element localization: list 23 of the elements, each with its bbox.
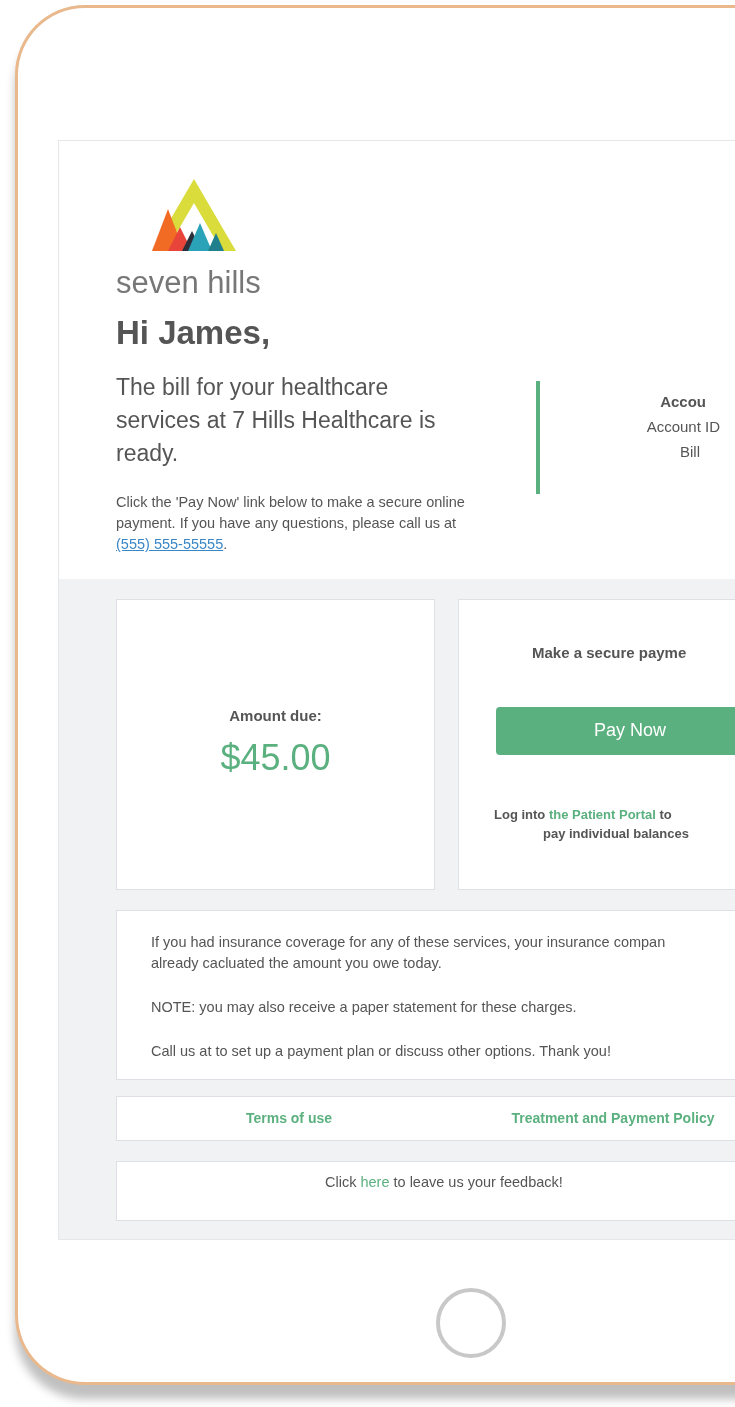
footer-link[interactable]: Terms of use: [117, 1108, 461, 1130]
footer-link[interactable]: Treatment and Payment Policy: [483, 1108, 735, 1130]
note-text: NOTE: you may also receive a paper statement for these charges.: [151, 998, 578, 1018]
account-detail: Account ID: [646, 417, 720, 437]
bill-ready-text: The bill for your healthcare services at 7 Hills Healthcare is ready.: [116, 373, 437, 469]
portal-text: pay individual balances: [543, 825, 690, 844]
note-text: If you had insurance coverage for any of these services, your insurance compan already cacluated the amount you owe today.: [151, 933, 667, 974]
greeting-heading: Hi James,: [116, 313, 272, 353]
mountain-logo-icon: [152, 179, 236, 253]
account-detail: Bill: [680, 442, 701, 462]
feedback-text: Click here to leave us your feedback!: [325, 1173, 564, 1193]
instructions-text: Click the 'Pay Now' link below to make a secure online payment. If you have any questions, please call us at (555) 555-55555.: [116, 493, 466, 555]
amount-label: Amount due:: [229, 705, 322, 726]
payment-heading: Make a secure payme: [532, 643, 688, 664]
brand-name: seven hills: [116, 267, 262, 298]
portal-text: Log into the Patient Portal to: [494, 805, 673, 824]
pay-now-button[interactable]: Pay Now: [496, 706, 735, 755]
home-button-icon[interactable]: [436, 1288, 506, 1358]
amount-value: $45.00: [220, 736, 331, 780]
feedback-link[interactable]: here: [360, 1174, 390, 1191]
account-heading: Accou: [660, 392, 707, 412]
patient-portal-link[interactable]: the Patient Portal: [548, 806, 656, 822]
note-text: Call us at to set up a payment plan or discuss other options. Thank you!: [151, 1042, 612, 1062]
